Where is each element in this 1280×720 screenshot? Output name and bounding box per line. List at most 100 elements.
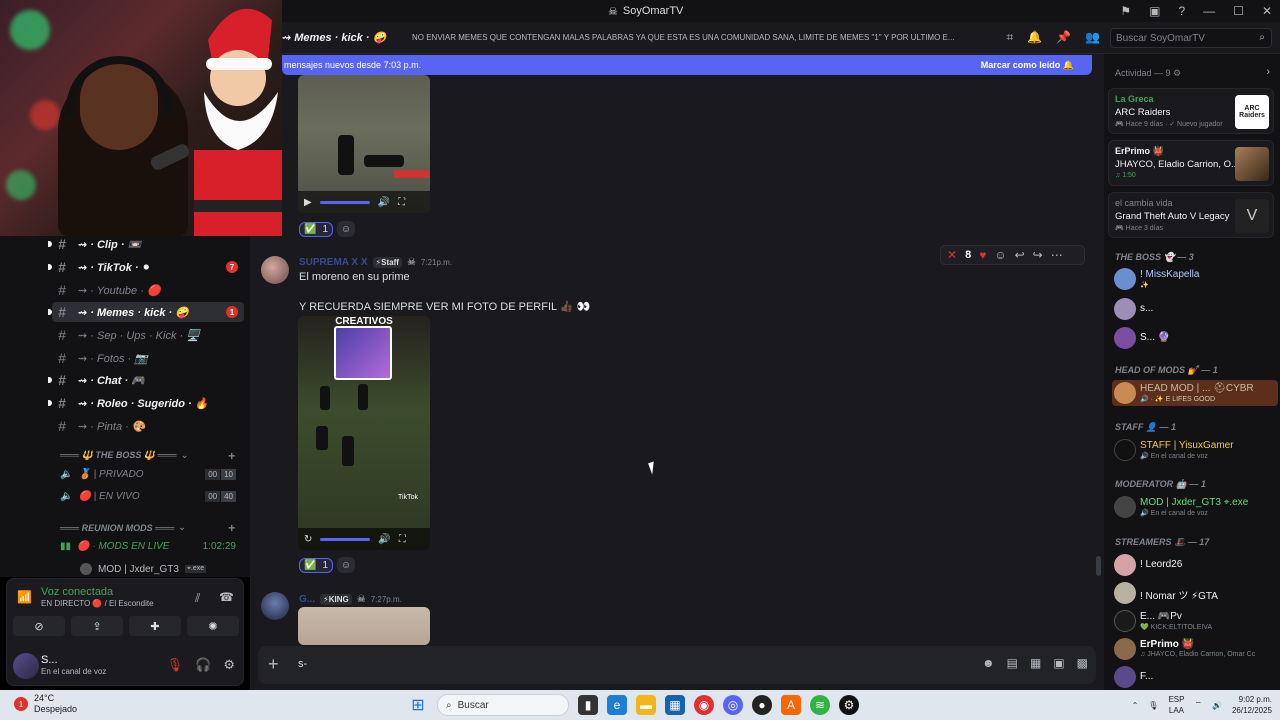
member-item[interactable]: STAFF | YisuxGamer 🔊 En el canal de voz	[1112, 437, 1278, 463]
channel-tiktok[interactable]: # ⇝ · TikTok · ⚫ 7	[52, 257, 244, 277]
mic-icon[interactable]: 🎙	[1148, 701, 1158, 710]
volume-icon[interactable]: 🔊	[378, 197, 390, 208]
reply-icon[interactable]: ↩	[1015, 248, 1025, 262]
voice-channel-en-vivo[interactable]: 🔈 🔴 | EN VIVO 00 40	[60, 491, 240, 502]
help-icon[interactable]: ?	[1178, 4, 1185, 18]
soundboard-button[interactable]: ✺	[187, 616, 239, 636]
author-name[interactable]: G...	[299, 594, 315, 605]
gift-icon[interactable]: ▩	[1077, 656, 1088, 670]
add-reaction-icon[interactable]: ☺	[337, 557, 356, 573]
message-input[interactable]: s-	[298, 658, 307, 670]
member-item[interactable]: ! Nomar ツ ⚡GTA	[1112, 580, 1278, 606]
channel-roleo-sugerido[interactable]: # ⇝ · Roleo · Sugerido · 🔥	[52, 393, 244, 413]
voice-channel-privado[interactable]: 🔈 🥉 | PRIVADO 00 10	[60, 469, 240, 480]
channel-memes-kick[interactable]: # ⇝ · Memes · kick · 🤪 1	[52, 302, 244, 322]
reaction-check[interactable]: ✅ 1	[299, 557, 334, 573]
more-icon[interactable]: ⋯	[1051, 248, 1063, 262]
fullscreen-icon[interactable]: ⛶	[398, 197, 405, 208]
bell-icon[interactable]: 🔔	[1027, 30, 1042, 45]
inbox-icon[interactable]: ⚑	[1120, 4, 1131, 18]
avatar[interactable]	[261, 256, 289, 284]
channel-chat[interactable]: # ⇝ · Chat · 🎮	[52, 370, 244, 390]
member-item[interactable]: HEAD MOD | ... ⛑CYBR 🔊 · ✨ E LIFES GOOD	[1112, 380, 1278, 406]
headphones-icon[interactable]: 🎧	[195, 657, 211, 673]
add-attachment-icon[interactable]: +	[268, 654, 279, 675]
sticker-icon[interactable]: ▦	[1030, 656, 1041, 670]
fullscreen-icon[interactable]: ⛶	[399, 534, 406, 545]
channel-youtube[interactable]: # ⇝ · Youtube · 🔴	[52, 280, 244, 300]
channel-sep-ups-kick[interactable]: # ⇝ · Sep · Ups · Kick · 🖥️	[52, 325, 244, 345]
member-item[interactable]: ErPrimo 👹 ♫ JHAYCO, Eladio Carrion, Omar …	[1112, 636, 1278, 662]
pin-icon[interactable]: 📌	[1056, 30, 1071, 45]
minimize-button[interactable]: —	[1203, 4, 1215, 18]
folder-icon[interactable]: ▬	[636, 695, 656, 715]
member-item[interactable]: ! MissKapella ✨	[1112, 266, 1278, 292]
image-attachment[interactable]	[298, 607, 430, 645]
member-item[interactable]: MOD | Jxder_GT3 ⌖.exe 🔊 En el canal de vo…	[1112, 494, 1278, 520]
windows-start-icon[interactable]: ⊞	[408, 695, 428, 715]
search-input[interactable]: Buscar SoyOmarTV ⌕	[1110, 28, 1272, 48]
add-channel-icon[interactable]: +	[228, 521, 235, 535]
activity-card[interactable]: ErPrimo 👹 JHAYCO, Eladio Carrion, O... ♫…	[1108, 140, 1274, 186]
weather-widget[interactable]: 1 24°C Despejado	[14, 693, 77, 715]
chrome-icon[interactable]: ◉	[694, 695, 714, 715]
add-channel-icon[interactable]: +	[228, 449, 235, 463]
activities-button[interactable]: ✚	[129, 616, 181, 636]
app-a-icon[interactable]: A	[781, 695, 801, 715]
activity-card[interactable]: La Greca ARC Raiders 🎮 Hace 9 días · ✓ N…	[1108, 88, 1274, 134]
close-button[interactable]: ✕	[1262, 4, 1272, 18]
volume-icon[interactable]: 🔊	[1212, 701, 1222, 710]
gear-icon[interactable]: ⚙	[223, 657, 235, 673]
chevron-up-icon[interactable]: ⌃	[1132, 701, 1139, 710]
gif-icon[interactable]: ▤	[1007, 656, 1018, 670]
author-name[interactable]: SUPREMA X X	[299, 257, 368, 268]
add-reaction-icon[interactable]: ☺	[337, 221, 356, 237]
scrollbar[interactable]	[1096, 556, 1101, 576]
obs-icon[interactable]: ●	[752, 695, 772, 715]
forward-icon[interactable]: ↪	[1033, 248, 1043, 262]
camera-off-button[interactable]: ⊘	[13, 616, 65, 636]
avatar[interactable]	[261, 592, 289, 620]
noise-suppression-icon[interactable]: ⫽	[195, 591, 200, 606]
store-icon[interactable]: ▦	[665, 695, 685, 715]
mic-muted-icon[interactable]: 🎙	[167, 657, 184, 673]
progress-bar[interactable]	[320, 537, 371, 541]
taskbar-search[interactable]: ⌕ Buscar	[437, 694, 569, 716]
discord-icon[interactable]: ◎	[723, 695, 743, 715]
emoji-icon[interactable]: ▣	[1053, 656, 1064, 670]
screen-share-button[interactable]: ⇪	[71, 616, 123, 636]
video-attachment[interactable]: ▶ 🔊 ⛶	[298, 75, 430, 213]
mark-read-button[interactable]: Marcar como leído 🔔	[981, 60, 1074, 71]
task-view-icon[interactable]: ▮	[578, 695, 598, 715]
member-item[interactable]: S... 🔮	[1112, 325, 1278, 351]
play-icon[interactable]: ▶	[304, 197, 312, 208]
language-indicator[interactable]: ESP LAA	[1168, 694, 1184, 716]
replay-icon[interactable]: ↻	[304, 534, 312, 545]
video-attachment[interactable]: CREATIVOS TikTok ↻ 🔊 ⛶	[298, 316, 430, 550]
threads-icon[interactable]: ⌗	[1006, 30, 1013, 45]
wifi-icon[interactable]: ⌔	[1194, 700, 1202, 710]
activity-card[interactable]: el cambia vida Grand Theft Auto V Legacy…	[1108, 192, 1274, 238]
heart-icon[interactable]: ♥	[979, 248, 986, 262]
voice-channel-mods-en-live[interactable]: ▮▮ 🔴 · MODS EN LIVE 1:02:29	[60, 541, 240, 552]
channel-fotos[interactable]: # ⇝ · Fotos · 📷	[52, 348, 244, 368]
monitor-icon[interactable]: ▣	[1149, 4, 1160, 18]
new-messages-bar[interactable]: mensajes nuevos desde 7:03 p.m. Marcar c…	[282, 55, 1092, 75]
member-item[interactable]: s...	[1112, 296, 1278, 322]
avatar[interactable]	[13, 653, 39, 679]
volume-icon[interactable]: 🔊	[378, 534, 390, 545]
x-reaction-icon[interactable]: ✕	[947, 248, 957, 262]
voice-channel-info[interactable]: EN DIRECTO 🔴 / El Escondite	[41, 599, 154, 608]
apps-icon[interactable]: ☻	[982, 656, 995, 670]
channel-topic[interactable]: NO ENVIAR MEMES QUE CONTENGAN MALAS PALA…	[412, 33, 992, 42]
steam-icon[interactable]: ⚙	[839, 695, 859, 715]
channel-pinta[interactable]: # ⇝ · Pinta · 🎨	[52, 416, 244, 436]
clock[interactable]: 9:02 p.m. 26/12/2025	[1232, 694, 1272, 716]
voice-user-jxder[interactable]: MOD | Jxder_GT3 ⌖.exe	[80, 563, 240, 575]
channel-clip[interactable]: # ⇝ · Clip · 📼	[52, 234, 244, 254]
category-reunion-mods[interactable]: ═══ REUNION MODS ═══ ⌄ +	[60, 521, 235, 535]
maximize-button[interactable]: ☐	[1233, 4, 1244, 18]
reaction-check[interactable]: ✅ 1	[299, 221, 334, 237]
member-item[interactable]: E... 🎮Pv 💚 KICK:ELTITOLEIVA	[1112, 608, 1278, 634]
message-composer[interactable]: + s- ☻ ▤ ▦ ▣ ▩	[258, 646, 1096, 684]
